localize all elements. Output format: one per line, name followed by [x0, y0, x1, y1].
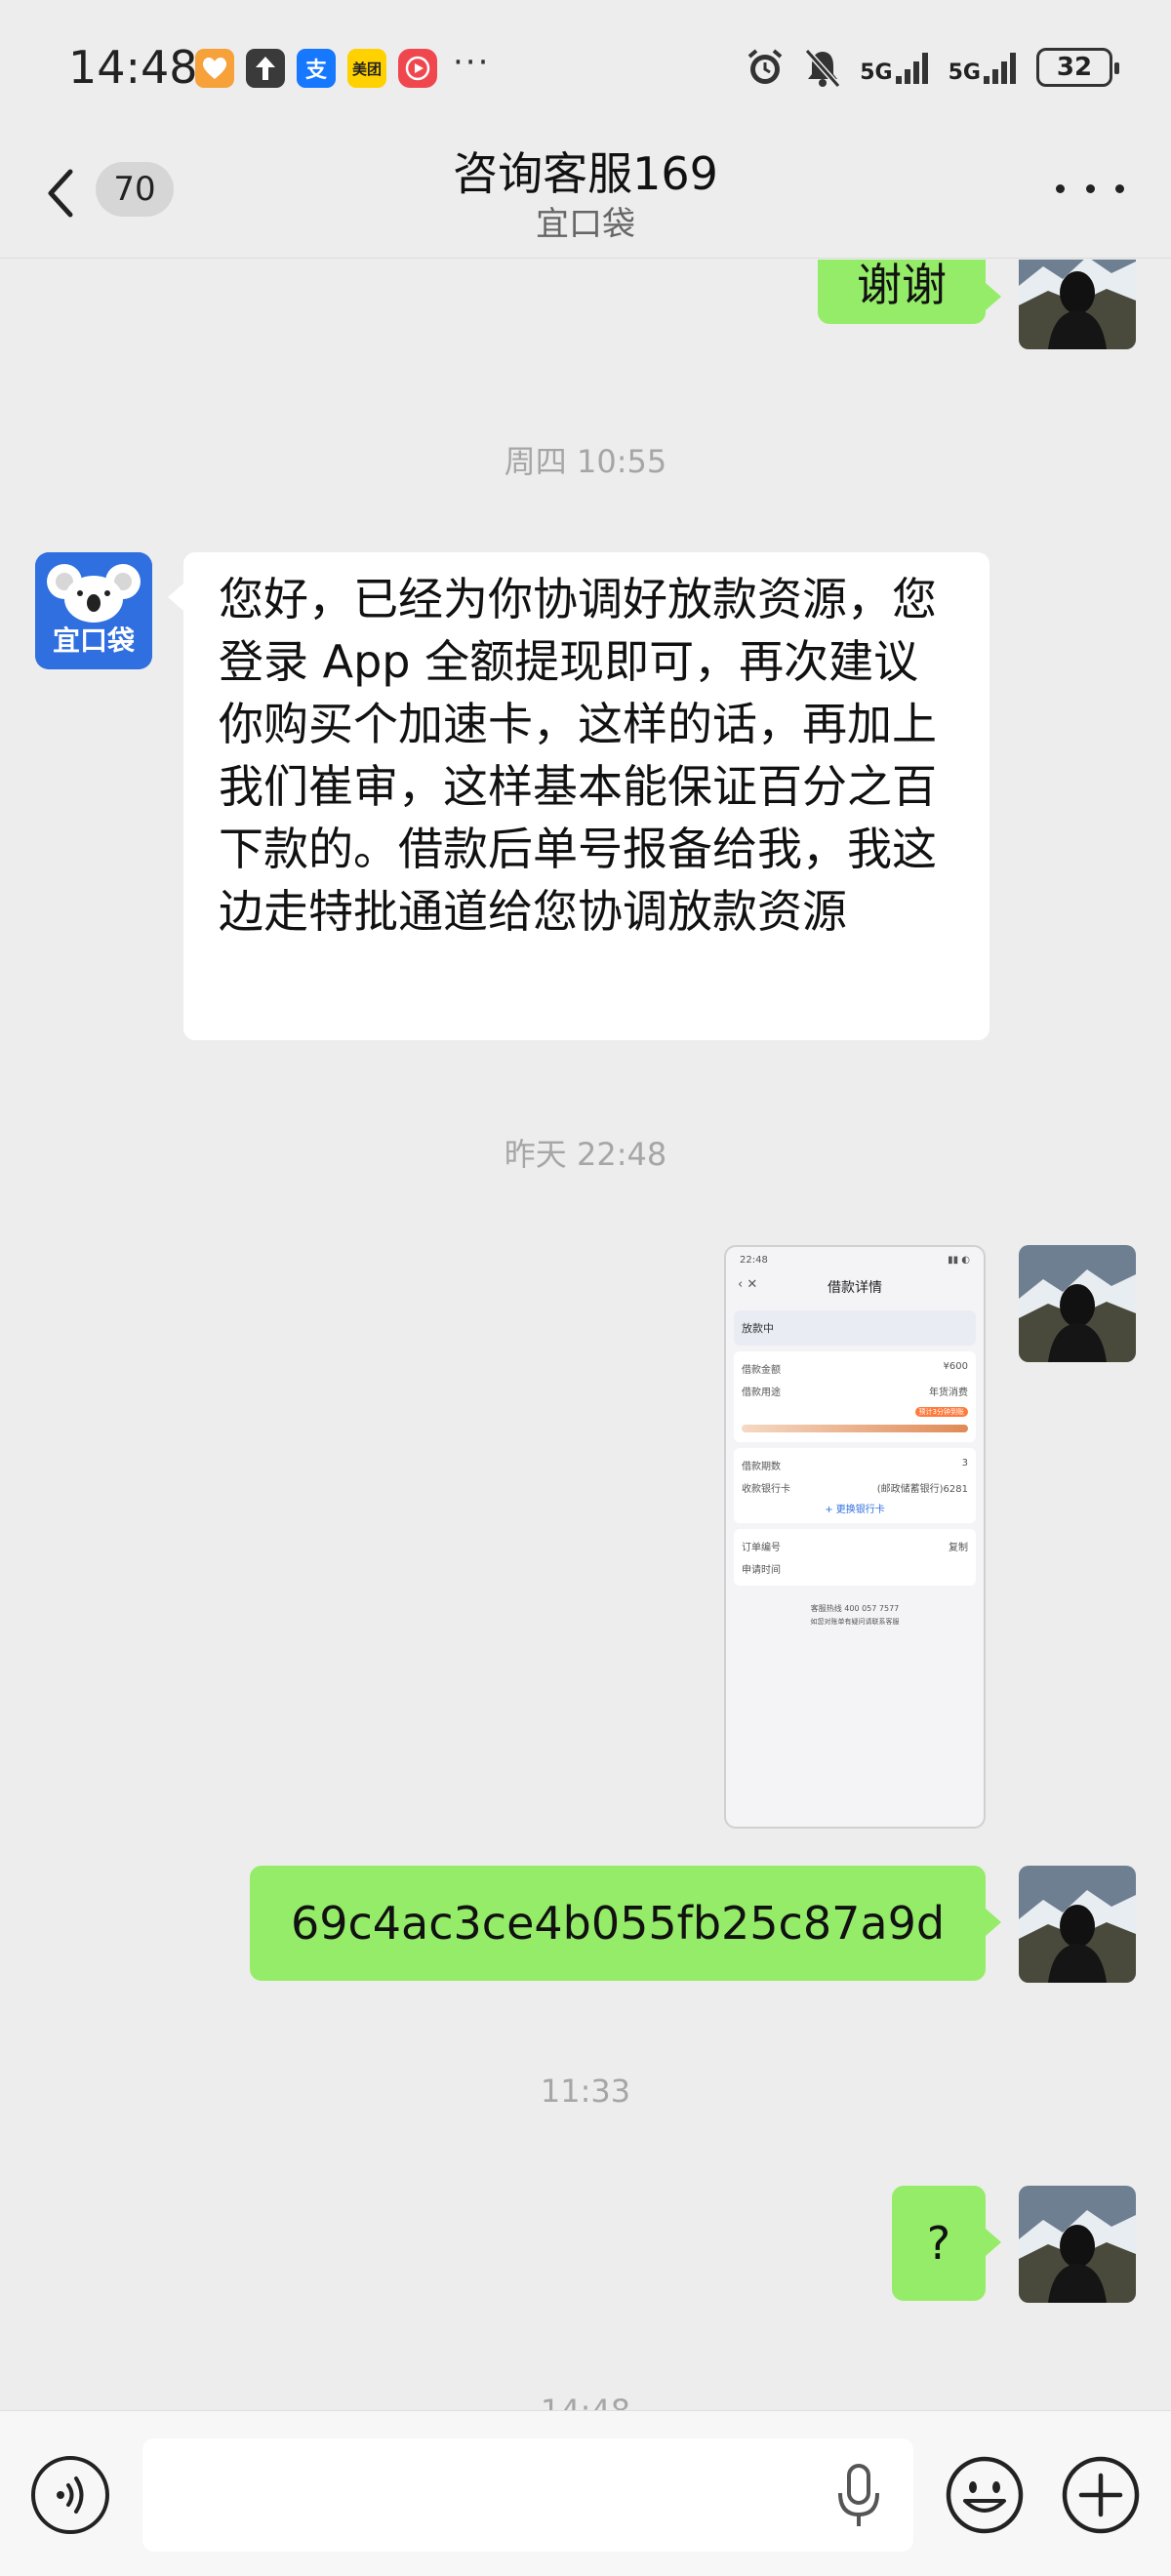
alipay-icon: 支 — [297, 49, 336, 88]
timestamp: 14:48 — [0, 2393, 1171, 2410]
shot-footer: 如您对账单有疑问请联系客服 — [810, 1618, 900, 1626]
shot-use-value: 年货消费 — [929, 1388, 968, 1398]
self-avatar[interactable] — [1019, 1866, 1136, 1983]
service-avatar[interactable]: 宜口袋 — [35, 552, 152, 669]
video-app-icon — [398, 49, 437, 88]
message-bubble-other[interactable]: 您好，已经为你协调好放款资源，您登录 App 全额提现即可，再次建议你购买个加速… — [183, 552, 989, 1040]
shot-hotline: 客服热线 400 057 7577 — [810, 1604, 900, 1613]
timestamp: 昨天 22:48 — [504, 1136, 667, 1173]
shot-amount-value: ¥600 — [943, 1361, 968, 1372]
chat-title: 咨询客服169 — [453, 147, 718, 200]
upload-app-icon — [246, 49, 285, 88]
shot-progress-bar — [742, 1425, 968, 1432]
message-list[interactable]: 谢谢 周四 10:55 宜口袋 您好，已经为你协调好放款资源，您登录 App 全… — [0, 260, 1171, 2410]
input-bar — [0, 2410, 1171, 2576]
bubble-tail — [168, 584, 183, 611]
chat-header: 70 咨询客服169 宜口袋 — [0, 137, 1171, 259]
shot-back-icon: ‹ ✕ — [738, 1277, 758, 1292]
message-bubble-self[interactable]: 谢谢 — [818, 260, 986, 324]
shot-card-info: 借款期数 3 收款银行卡 (邮政储蓄银行)6281 + 更换银行卡 — [734, 1448, 976, 1523]
shot-card-label: 收款银行卡 — [742, 1484, 790, 1495]
shot-tag: 预计3分钟到账 — [914, 1407, 968, 1417]
shot-status-icons: ▮▮ ◐ — [948, 1255, 970, 1266]
shot-term-value: 3 — [961, 1458, 968, 1469]
self-avatar[interactable] — [1019, 260, 1136, 349]
timestamp: 11:33 — [540, 2073, 631, 2110]
shot-term-label: 借款期数 — [742, 1462, 781, 1472]
shot-order-label: 订单编号 — [742, 1543, 781, 1553]
shot-copy-label: 复制 — [949, 1543, 968, 1553]
meituan-icon: 美团 — [347, 49, 386, 88]
self-avatar[interactable] — [1019, 1245, 1136, 1362]
shot-card-value: (邮政储蓄银行)6281 — [876, 1484, 968, 1495]
dot-icon — [1115, 183, 1124, 193]
signal-1: 5G — [860, 51, 930, 84]
dot-icon — [1085, 183, 1095, 193]
self-avatar[interactable] — [1019, 2186, 1136, 2303]
message-input[interactable] — [142, 2438, 913, 2552]
dot-icon — [1056, 183, 1065, 193]
status-app-icons: 支 美团 ··· — [195, 43, 490, 88]
more-notifications-dots: ··· — [453, 43, 491, 82]
more-options-button[interactable] — [1056, 174, 1124, 203]
network-type-2: 5G — [948, 60, 981, 85]
shot-amount-card: 借款金额 ¥600 借款用途 年货消费 预计3分钟到账 — [734, 1351, 976, 1442]
service-avatar-label: 宜口袋 — [53, 624, 136, 657]
status-indicators: 5G 5G 32 — [745, 47, 1119, 88]
message-text: 69c4ac3ce4b055fb25c87a9d — [290, 1897, 946, 1950]
message-text: 您好，已经为你协调好放款资源，您登录 App 全额提现即可，再次建议你购买个加速… — [219, 573, 937, 938]
shot-date-label: 申请时间 — [742, 1565, 781, 1576]
shared-screenshot-image[interactable]: 22:48 ▮▮ ◐ ‹ ✕ 借款详情 放款中 借款金额 ¥600 借款用途 年货消… — [724, 1245, 986, 1829]
mute-bell-icon — [805, 49, 841, 88]
message-text: 谢谢 — [857, 260, 947, 311]
shot-order-card: 订单编号 复制 申请时间 — [734, 1529, 976, 1586]
shot-switch-link: + 更换银行卡 — [825, 1505, 885, 1515]
shot-time: 22:48 — [740, 1255, 768, 1266]
bubble-tail — [986, 283, 1001, 310]
health-app-icon — [195, 49, 234, 88]
signal-2: 5G — [949, 51, 1019, 84]
meituan-label: 美团 — [351, 60, 382, 78]
shot-use-label: 借款用途 — [742, 1388, 781, 1398]
alipay-glyph: 支 — [304, 59, 327, 83]
shot-status-card: 放款中 — [734, 1310, 976, 1346]
voice-mode-button[interactable] — [31, 2456, 109, 2534]
message-bubble-self[interactable]: ? — [892, 2186, 986, 2301]
network-type-1: 5G — [860, 60, 893, 85]
shot-status: 放款中 — [742, 1322, 774, 1335]
status-time: 14:48 — [68, 41, 198, 94]
battery-indicator: 32 — [1036, 48, 1119, 87]
shot-amount-label: 借款金额 — [742, 1365, 781, 1376]
shot-title: 借款详情 — [828, 1280, 882, 1296]
bubble-tail — [986, 1909, 1001, 1936]
status-bar: 14:48 支 美团 ··· 5G 5G 32 — [0, 0, 1171, 137]
message-text: ? — [926, 2217, 951, 2270]
alarm-icon — [747, 49, 783, 84]
chat-subtitle: 宜口袋 — [536, 205, 635, 244]
message-bubble-self[interactable]: 69c4ac3ce4b055fb25c87a9d — [250, 1866, 986, 1981]
bubble-tail — [986, 2229, 1001, 2256]
emoji-button[interactable] — [944, 2454, 1026, 2536]
microphone-icon[interactable] — [834, 2462, 883, 2530]
timestamp: 周四 10:55 — [504, 443, 667, 480]
more-actions-button[interactable] — [1060, 2454, 1142, 2536]
voice-icon — [57, 2476, 84, 2514]
